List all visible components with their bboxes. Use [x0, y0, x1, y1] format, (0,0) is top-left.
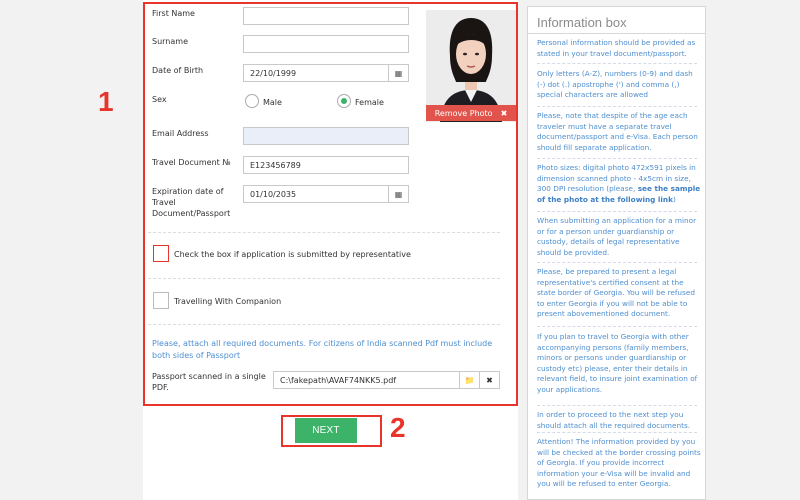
- close-icon: ✖: [500, 108, 508, 118]
- dob-value: 22/10/1999: [250, 69, 297, 78]
- representative-label: Check the box if application is submitte…: [174, 250, 411, 259]
- attach-note: Please, attach all required documents. F…: [152, 339, 493, 360]
- annotation-marker-1: 1: [98, 86, 114, 117]
- passport-file-label-line2: PDF.: [152, 383, 169, 392]
- info-paragraph: Please, be prepared to present a legal r…: [537, 267, 695, 319]
- companion-label: Travelling With Companion: [174, 297, 282, 306]
- expiration-label-line1: Expiration date of: [152, 187, 224, 196]
- information-box: Information box Personal information sho…: [527, 6, 706, 500]
- info-divider: [537, 262, 697, 263]
- folder-icon[interactable]: 📁: [459, 372, 479, 388]
- passport-file-label-line1: Passport scanned in a single: [152, 372, 266, 381]
- surname-label: Surname: [152, 37, 188, 46]
- info-divider: [537, 432, 697, 433]
- info-divider: [537, 405, 697, 406]
- sex-male-label: Male: [263, 98, 282, 107]
- sex-label: Sex: [152, 95, 167, 104]
- info-paragraph: If you plan to travel to Georgia with ot…: [537, 332, 698, 394]
- annotation-marker-2: 2: [390, 412, 406, 443]
- calendar-icon[interactable]: ▦: [388, 65, 408, 81]
- first-name-input[interactable]: [243, 7, 409, 25]
- dob-label: Date of Birth: [152, 66, 204, 75]
- dob-input[interactable]: 22/10/1999 ▦: [243, 64, 409, 82]
- info-divider: [537, 158, 697, 159]
- info-paragraph: Attention! The information provided by y…: [537, 437, 701, 489]
- sex-male-radio[interactable]: [245, 94, 259, 108]
- companion-checkbox[interactable]: [153, 292, 169, 309]
- email-input[interactable]: [243, 127, 409, 145]
- travel-doc-input[interactable]: E123456789: [243, 156, 409, 174]
- info-divider: [537, 326, 697, 327]
- info-divider: [537, 63, 697, 64]
- divider: [148, 324, 500, 325]
- passport-file-input[interactable]: C:\fakepath\AVAF74NKK5.pdf 📁 ✖: [273, 371, 500, 389]
- expiration-value: 01/10/2035: [250, 190, 297, 199]
- info-divider: [537, 211, 697, 212]
- divider: [148, 278, 500, 279]
- sex-female-radio[interactable]: [337, 94, 351, 108]
- remove-photo-label: Remove Photo: [434, 108, 493, 118]
- expiration-label-line2: Travel: [152, 198, 176, 207]
- travel-doc-label: Travel Document №: [152, 158, 231, 167]
- expiration-input[interactable]: 01/10/2035 ▦: [243, 185, 409, 203]
- info-box-header-rule: [528, 33, 705, 34]
- info-box-title: Information box: [537, 15, 627, 30]
- calendar-icon[interactable]: ▦: [388, 186, 408, 202]
- info-paragraph: Please, note that despite of the age eac…: [537, 111, 698, 152]
- remove-photo-button[interactable]: Remove Photo ✖: [426, 105, 516, 121]
- info-paragraph: In order to proceed to the next step you…: [537, 410, 691, 430]
- expiration-label-line3: Document/Passport: [152, 209, 231, 218]
- info-divider: [537, 106, 697, 107]
- info-paragraph-photo: Photo sizes: digital photo 472x591 pixel…: [537, 163, 702, 205]
- surname-input[interactable]: [243, 35, 409, 53]
- info-paragraph: When submitting an application for a min…: [537, 216, 697, 257]
- first-name-label: First Name: [152, 9, 195, 18]
- sex-female-label: Female: [355, 98, 384, 107]
- info-photo-tail: ): [672, 194, 676, 204]
- info-paragraph: Personal information should be provided …: [537, 38, 696, 58]
- passport-file-name: C:\fakepath\AVAF74NKK5.pdf: [280, 376, 397, 385]
- divider: [148, 232, 500, 233]
- email-label: Email Address: [152, 129, 209, 138]
- info-paragraph: Only letters (A-Z), numbers (0-9) and da…: [537, 69, 693, 100]
- close-icon[interactable]: ✖: [479, 372, 499, 388]
- next-button[interactable]: NEXT: [295, 418, 357, 443]
- representative-checkbox[interactable]: [153, 245, 169, 262]
